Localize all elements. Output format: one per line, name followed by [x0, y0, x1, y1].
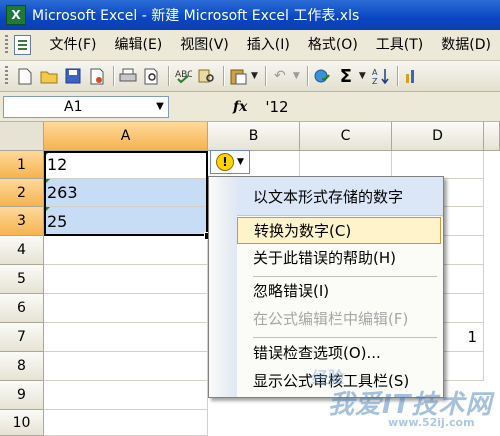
new-icon[interactable]: [14, 65, 36, 87]
row-header-1[interactable]: 1: [0, 151, 44, 179]
watermark-url: www.52ij.com: [388, 416, 475, 429]
cell-a5[interactable]: [44, 265, 208, 294]
cell-d1[interactable]: [392, 151, 484, 179]
standard-toolbar: ABC ▼ ↶ ▼ Σ ▼ AZ: [0, 61, 500, 92]
svg-text:Z: Z: [372, 77, 378, 85]
insert-function-icon[interactable]: fx: [233, 99, 247, 115]
error-indicator: [44, 151, 50, 157]
cell-a3-value: 25: [47, 211, 68, 231]
name-box[interactable]: A1 ▼: [3, 95, 169, 118]
permission-icon[interactable]: [86, 65, 108, 87]
column-header-d[interactable]: D: [392, 122, 484, 151]
save-icon[interactable]: [62, 65, 84, 87]
menu-edit[interactable]: 编辑(E): [105, 30, 171, 60]
menu-bar: 文件(F) 编辑(E) 视图(V) 插入(I) 格式(O) 工具(T) 数据(D…: [0, 30, 500, 61]
toolbar-grip[interactable]: [5, 66, 8, 86]
menu-format[interactable]: 格式(O): [299, 30, 367, 60]
spelling-icon[interactable]: ABC: [172, 65, 194, 87]
menu-title: 以文本形式存储的数字: [237, 177, 443, 216]
row-header-4[interactable]: 4: [0, 236, 44, 265]
row-header-7[interactable]: 7: [0, 323, 44, 352]
row-header-2[interactable]: 2: [0, 179, 44, 207]
cell-a7[interactable]: [44, 323, 208, 352]
cell-a6[interactable]: [44, 294, 208, 323]
hyperlink-icon[interactable]: [311, 65, 333, 87]
research-icon[interactable]: [196, 65, 218, 87]
toolbar-separator: [396, 66, 398, 86]
excel-app-icon[interactable]: X: [6, 5, 26, 25]
chevron-down-icon: ▼: [237, 157, 244, 167]
menu-data[interactable]: 数据(D): [432, 30, 500, 60]
name-box-value: A1: [64, 98, 83, 115]
row-header-6[interactable]: 6: [0, 294, 44, 323]
autosum-dropdown-icon[interactable]: ▼: [359, 71, 366, 81]
menu-item-help[interactable]: 关于此错误的帮助(H): [237, 244, 441, 271]
cell-a2-value: 263: [47, 183, 78, 202]
paste-icon[interactable]: [227, 65, 249, 87]
error-smart-tag-button[interactable]: ! ▼: [210, 150, 250, 174]
name-box-dropdown-icon[interactable]: ▼: [152, 101, 168, 112]
sort-ascending-icon[interactable]: AZ: [370, 65, 392, 87]
site-watermark: 经验 我爱IT技术网 www.52ij.com: [300, 360, 500, 436]
cell-a8[interactable]: [44, 352, 208, 381]
autosum-icon[interactable]: Σ: [335, 65, 357, 87]
column-header-b[interactable]: B: [208, 122, 300, 151]
menu-tools[interactable]: 工具(T): [367, 30, 432, 60]
error-indicator: [44, 179, 50, 185]
error-indicator: [44, 207, 50, 213]
select-all-corner[interactable]: [0, 122, 44, 151]
row-header-5[interactable]: 5: [0, 265, 44, 294]
menu-separator: [253, 337, 437, 338]
row-header-9[interactable]: 9: [0, 381, 44, 410]
menubar-grip[interactable]: [5, 35, 8, 55]
svg-text:ABC: ABC: [175, 70, 192, 80]
toolbar-separator: [113, 66, 114, 86]
formula-input[interactable]: '12: [265, 98, 288, 116]
print-icon[interactable]: [117, 65, 139, 87]
title-bar: X Microsoft Excel - 新建 Microsoft Excel 工…: [0, 0, 500, 30]
cell-a2[interactable]: 263: [44, 179, 208, 207]
toolbar-separator: [264, 66, 266, 86]
cell-a4[interactable]: [44, 236, 208, 265]
paste-dropdown-icon[interactable]: ▼: [251, 71, 258, 81]
toolbar-separator: [223, 66, 224, 86]
svg-text:A: A: [372, 68, 378, 77]
undo-icon[interactable]: ↶: [269, 65, 291, 87]
column-header-a[interactable]: A: [44, 122, 208, 151]
menu-item-ignore-error[interactable]: 忽略错误(I): [237, 277, 441, 304]
print-preview-icon[interactable]: [141, 65, 163, 87]
chart-wizard-icon[interactable]: [401, 65, 423, 87]
toolbar-separator: [306, 66, 308, 86]
cell-c1[interactable]: [300, 151, 392, 179]
cell-d7-value: 1: [467, 328, 477, 346]
menu-insert[interactable]: 插入(I): [238, 30, 299, 60]
cell-a10[interactable]: [44, 410, 208, 436]
column-header-e[interactable]: [484, 122, 500, 151]
cell-a9[interactable]: [44, 381, 208, 410]
window-title: Microsoft Excel - 新建 Microsoft Excel 工作表…: [32, 8, 360, 24]
undo-dropdown-icon[interactable]: ▼: [293, 71, 300, 81]
menu-view[interactable]: 视图(V): [171, 30, 238, 60]
row-header-10[interactable]: 10: [0, 410, 44, 436]
row-header-3[interactable]: 3: [0, 207, 44, 236]
formula-bar: A1 ▼ fx '12: [0, 92, 500, 122]
toolbar-separator: [168, 66, 169, 86]
cell-a3[interactable]: 25: [44, 207, 208, 236]
menu-file[interactable]: 文件(F): [41, 30, 106, 60]
column-header-c[interactable]: C: [300, 122, 392, 151]
cell-a1-value: 12: [47, 155, 68, 174]
cell-a1[interactable]: 12: [44, 151, 208, 179]
menu-item-convert-to-number[interactable]: 转换为数字(C): [237, 217, 441, 244]
row-header-8[interactable]: 8: [0, 352, 44, 381]
workbook-icon[interactable]: [13, 35, 31, 55]
open-folder-icon[interactable]: [38, 65, 60, 87]
menu-icon-strip: [209, 177, 237, 397]
warning-icon: !: [216, 153, 235, 171]
menu-item-edit-in-formula-bar[interactable]: 在公式编辑栏中编辑(F): [237, 305, 441, 332]
